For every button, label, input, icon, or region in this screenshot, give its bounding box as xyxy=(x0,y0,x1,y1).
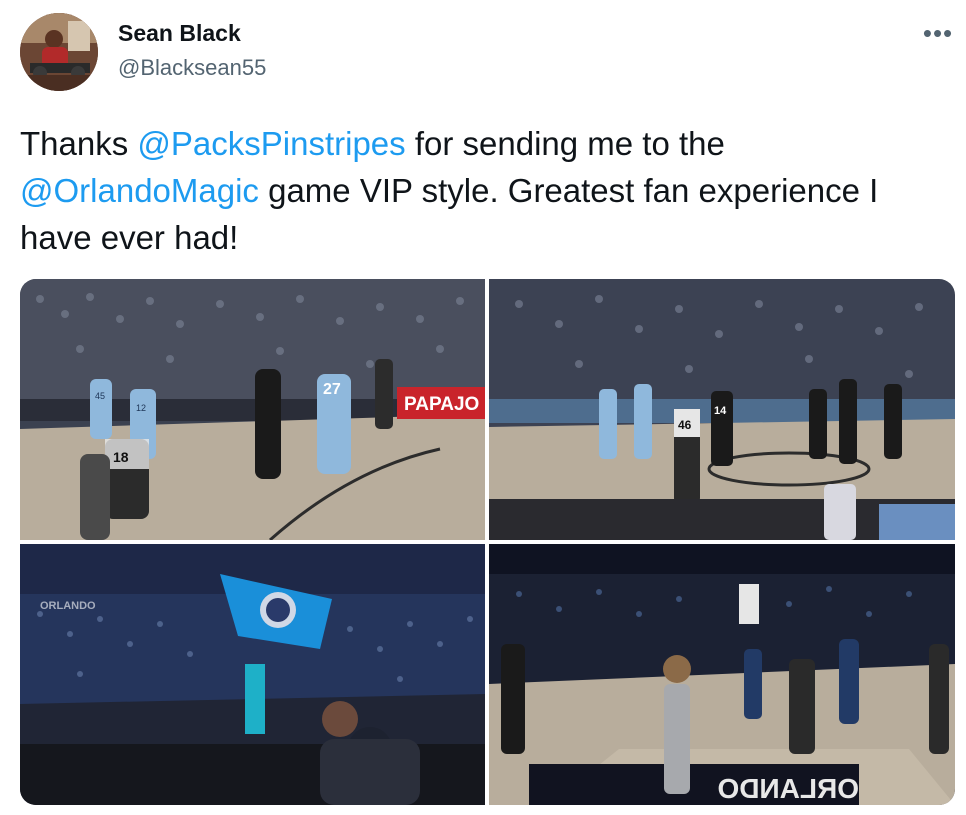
photo-3-banner: ORLANDO xyxy=(40,600,96,612)
mention-orlandomagic[interactable]: @OrlandoMagic xyxy=(20,172,259,209)
photo-2[interactable]: 46 14 xyxy=(489,279,955,540)
photo-2-image: 46 14 xyxy=(489,279,955,540)
photo-1-banner: PAPAJO xyxy=(404,394,479,415)
media-grid: PAPAJO 45 12 27 18 46 14 ORLANDO ORLANDO xyxy=(20,279,955,805)
tweet-text: Thanks @PacksPinstripes for sending me t… xyxy=(20,120,940,261)
author-name[interactable]: Sean Black xyxy=(118,20,241,47)
more-options-icon[interactable]: ••• xyxy=(920,18,956,48)
photo-1-jersey-a: 27 xyxy=(323,381,341,398)
photo-4-floor-text: ORLANDO xyxy=(717,773,859,804)
photo-3[interactable]: ORLANDO xyxy=(20,544,485,805)
avatar[interactable] xyxy=(20,13,98,91)
tweet-text-part: Thanks xyxy=(20,125,138,162)
photo-1[interactable]: PAPAJO 45 12 27 18 xyxy=(20,279,485,540)
tweet-text-part: for sending me to the xyxy=(405,125,725,162)
avatar-image xyxy=(20,13,98,91)
photo-1-jersey-b: 12 xyxy=(136,403,146,413)
photo-2-jersey-a: 14 xyxy=(714,405,727,417)
author-handle[interactable]: @Blacksean55 xyxy=(118,55,266,81)
photo-1-ref-number: 18 xyxy=(113,449,129,465)
photo-4-image: ORLANDO xyxy=(489,544,955,805)
photo-3-image: ORLANDO xyxy=(20,544,485,805)
photo-1-jersey-c: 45 xyxy=(95,391,105,401)
photo-4[interactable]: ORLANDO xyxy=(489,544,955,805)
mention-packspinstripes[interactable]: @PacksPinstripes xyxy=(137,125,405,162)
photo-1-image: PAPAJO 45 12 27 18 xyxy=(20,279,485,540)
photo-2-ref-number: 46 xyxy=(678,418,692,432)
